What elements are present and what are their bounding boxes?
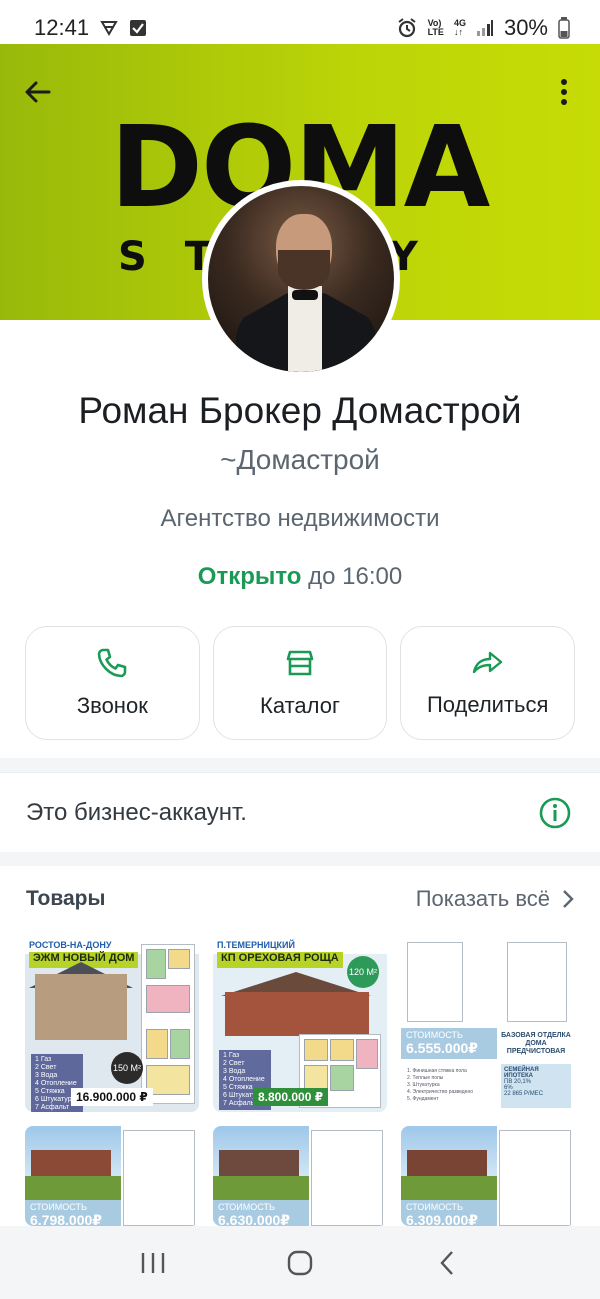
- mortgage-box: СЕМЕЙНАЯ ИПОТЕКА ПВ 20,1% 6% 22 865 Р/МЕ…: [501, 1064, 571, 1108]
- recent-apps-button[interactable]: [123, 1239, 183, 1287]
- product-tile[interactable]: РОСТОВ-НА-ДОНУ ЭЖМ НОВЫЙ ДОМ 1 Газ 2 Све…: [25, 938, 199, 1112]
- catalog-button[interactable]: Каталог: [212, 626, 388, 740]
- cost-value: 6.630.000₽: [218, 1212, 291, 1226]
- product-cost: СТОИМОСТЬ 6.798.000₽: [25, 1200, 121, 1226]
- volte-indicator: Vo) LTE: [427, 18, 444, 37]
- home-button[interactable]: [270, 1239, 330, 1287]
- action-buttons: Звонок Каталог Поделиться: [25, 626, 576, 740]
- cost-label: СТОИМОСТЬ: [30, 1202, 87, 1212]
- hours-text: до 16:00: [301, 563, 403, 590]
- status-time: 12:41: [34, 15, 90, 40]
- cost-label: СТОИМОСТЬ: [406, 1202, 463, 1212]
- storefront-icon: [286, 650, 314, 676]
- floor-plan-image: [123, 1130, 195, 1226]
- info-icon[interactable]: [538, 796, 572, 830]
- arrow-left-icon: [25, 81, 51, 103]
- home-icon: [287, 1250, 313, 1275]
- floor-plan-image: [311, 1130, 383, 1226]
- product-price: 16.900.000 ₽: [71, 1088, 153, 1106]
- system-navigation-bar: [0, 1226, 600, 1299]
- house-image: [225, 992, 369, 1036]
- product-tile[interactable]: СТОИМОСТЬ 6.630.000₽: [213, 1126, 387, 1226]
- share-button-label: Поделиться: [426, 692, 549, 717]
- house-image: [35, 974, 127, 1040]
- product-tile[interactable]: СТОИМОСТЬ 6.309.000₽: [401, 1126, 575, 1226]
- product-price: 8.800.000 ₽: [253, 1088, 329, 1106]
- section-divider: [0, 758, 600, 772]
- profile-subname: ~Домастрой: [220, 444, 380, 475]
- house-image: [31, 1150, 111, 1176]
- phone-icon: [98, 648, 127, 678]
- finish-notes: 1. Финишная стяжка пола 2. Теплые полы 3…: [407, 1068, 474, 1102]
- floor-plan-image: [141, 944, 195, 1104]
- business-account-row[interactable]: Это бизнес-аккаунт.: [0, 772, 600, 852]
- floor-plan-image: [407, 942, 463, 1022]
- checkbox-notification-icon: [129, 19, 147, 37]
- product-cost: СТОИМОСТЬ 6.555.000₽: [401, 1028, 497, 1059]
- catalog-button-label: Каталог: [260, 693, 340, 718]
- battery-percent: 30%: [503, 15, 548, 40]
- forward-icon: [472, 651, 502, 674]
- section-divider: [0, 852, 600, 866]
- share-button[interactable]: Поделиться: [400, 626, 576, 740]
- alarm-icon: [396, 17, 418, 39]
- chevron-right-icon: [563, 890, 574, 908]
- business-account-text: Это бизнес-аккаунт.: [26, 798, 247, 826]
- profile-name: Роман Брокер Домастрой: [78, 390, 522, 431]
- cost-value: 6.798.000₽: [30, 1212, 103, 1226]
- open-status: Открыто: [197, 563, 302, 590]
- profile-avatar[interactable]: [202, 180, 400, 378]
- notification-app-icon: [99, 18, 119, 38]
- house-image: [219, 1150, 299, 1176]
- back-button[interactable]: [18, 72, 58, 112]
- product-tile[interactable]: СТОИМОСТЬ 6.798.000₽: [25, 1126, 199, 1226]
- show-all-link[interactable]: Показать всё: [416, 886, 574, 912]
- network-type-indicator: 4G ↓↑: [453, 18, 466, 37]
- goods-header: Товары Показать всё: [26, 886, 574, 912]
- product-cost: СТОИМОСТЬ 6.309.000₽: [401, 1200, 497, 1226]
- finish-text: БАЗОВАЯ ОТДЕЛКА ДОМА ПРЕДЧИСТОВАЯ: [501, 1032, 571, 1055]
- product-tile[interactable]: П.ТЕМЕРНИЦКИЙ КП ОРЕХОВАЯ РОЩА 120 М² 1 …: [213, 938, 387, 1112]
- floor-plan-image: [507, 942, 567, 1022]
- product-banner: КП ОРЕХОВАЯ РОЩА: [217, 952, 343, 968]
- business-hours: Открыто до 16:00: [0, 563, 600, 591]
- goods-grid: РОСТОВ-НА-ДОНУ ЭЖМ НОВЫЙ ДОМ 1 Газ 2 Све…: [25, 938, 575, 1226]
- call-button-label: Звонок: [76, 693, 148, 718]
- floor-plan-image: [499, 1130, 571, 1226]
- more-vertical-icon: [561, 79, 567, 105]
- house-image: [407, 1150, 487, 1176]
- more-options-button[interactable]: [544, 72, 584, 112]
- call-button[interactable]: Звонок: [25, 626, 200, 740]
- recent-apps-icon: [142, 1252, 165, 1273]
- business-category: Агентство недвижимости: [160, 505, 440, 532]
- signal-icon: [476, 19, 494, 37]
- cost-label: СТОИМОСТЬ: [406, 1030, 463, 1040]
- system-back-button[interactable]: [417, 1239, 477, 1287]
- chevron-left-icon: [440, 1250, 453, 1275]
- show-all-label: Показать всё: [415, 886, 550, 911]
- product-tile[interactable]: СТОИМОСТЬ 6.555.000₽ БАЗОВАЯ ОТДЕЛКА ДОМ…: [401, 938, 575, 1112]
- product-area: 120 М²: [347, 956, 379, 988]
- cost-value: 6.555.000₽: [406, 1040, 479, 1056]
- cost-label: СТОИМОСТЬ: [218, 1202, 275, 1212]
- goods-title: Товары: [26, 887, 106, 910]
- product-cost: СТОИМОСТЬ 6.630.000₽: [213, 1200, 309, 1226]
- cost-value: 6.309.000₽: [406, 1212, 479, 1226]
- product-area: 150 М²: [111, 1052, 143, 1084]
- battery-icon: [558, 17, 570, 39]
